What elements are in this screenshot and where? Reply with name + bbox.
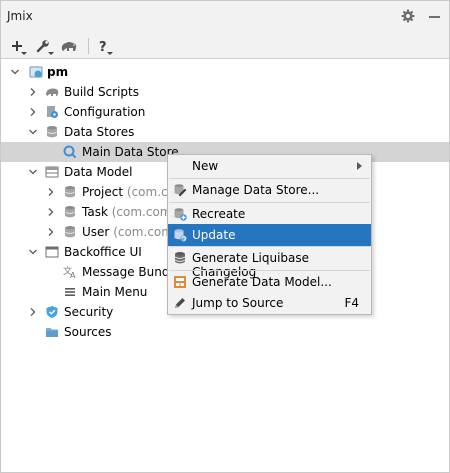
tree-label: Data Stores xyxy=(64,125,135,139)
tree-label: Security xyxy=(64,305,114,319)
tool-window-header: Jmix xyxy=(1,1,449,32)
tree-item-build-scripts[interactable]: Build Scripts xyxy=(1,82,449,102)
svg-text:A: A xyxy=(70,271,76,279)
gradle-elephant-icon[interactable] xyxy=(60,37,78,55)
data-model-icon xyxy=(45,166,59,178)
entity-icon xyxy=(64,206,76,218)
tree-label: pm xyxy=(47,65,69,79)
manage-data-store-icon xyxy=(174,184,187,197)
menu-item-new[interactable]: New xyxy=(168,155,371,177)
chevron-right-icon[interactable] xyxy=(47,228,55,236)
tree-item-sources[interactable]: Sources xyxy=(1,322,449,342)
package-hint: (com.com xyxy=(113,225,173,239)
configuration-icon xyxy=(47,106,58,118)
toolbar-separator xyxy=(88,38,89,54)
tool-window-title: Jmix xyxy=(7,9,33,23)
database-icon xyxy=(46,126,58,138)
tree-label: Main Menu xyxy=(82,285,148,299)
window-icon xyxy=(45,246,59,258)
add-icon[interactable] xyxy=(11,37,27,55)
menu-item-update[interactable]: Update xyxy=(168,224,371,246)
menu-item-manage-data-store[interactable]: Manage Data Store... xyxy=(168,179,371,201)
chevron-down-icon[interactable] xyxy=(11,68,19,76)
menu-item-label: Update xyxy=(192,228,236,242)
pencil-icon xyxy=(175,298,185,308)
entity-icon xyxy=(64,186,76,198)
entity-icon xyxy=(64,226,76,238)
menu-item-label: Jump to Source xyxy=(192,296,284,310)
dropdown-caret-icon xyxy=(48,52,54,55)
jmix-project-icon xyxy=(29,66,43,78)
tree-label: Message Bundle xyxy=(82,265,181,279)
chevron-right-icon[interactable] xyxy=(47,188,55,196)
chevron-right-icon[interactable] xyxy=(47,208,55,216)
recreate-database-icon xyxy=(174,208,187,221)
gear-icon[interactable] xyxy=(401,9,415,23)
tree-item-pm[interactable]: pm xyxy=(1,62,449,82)
tree-item-configuration[interactable]: Configuration xyxy=(1,102,449,122)
tree-label: Task (com.com xyxy=(82,205,172,219)
menu-item-label: New xyxy=(192,159,219,173)
tree-label: User (com.com xyxy=(82,225,173,239)
minimize-icon[interactable] xyxy=(429,16,440,18)
chevron-right-icon[interactable] xyxy=(29,88,37,96)
menu-item-generate-liquibase-changelog[interactable]: Generate Liquibase Changelog xyxy=(168,247,371,279)
tree-label: Build Scripts xyxy=(64,85,139,99)
tree-label: Project (com.co xyxy=(82,185,175,199)
jmix-tool-window: Jmix ? pm Build Scripts Configuration Da… xyxy=(0,0,450,473)
menu-item-label: Recreate xyxy=(192,207,246,221)
chevron-down-icon[interactable] xyxy=(29,128,37,136)
update-database-icon xyxy=(174,229,187,242)
tree-label: Backoffice UI xyxy=(64,245,142,259)
menu-item-label: Manage Data Store... xyxy=(192,183,320,197)
svg-text:?: ? xyxy=(99,40,107,53)
liquibase-icon xyxy=(174,252,186,264)
translate-icon: 文A xyxy=(63,265,76,279)
submenu-arrow-icon xyxy=(357,162,362,170)
data-store-icon xyxy=(63,145,77,159)
chevron-right-icon[interactable] xyxy=(29,308,37,316)
chevron-down-icon[interactable] xyxy=(29,248,37,256)
tree-label: Sources xyxy=(64,325,112,339)
package-hint: (com.com xyxy=(111,205,172,219)
shield-icon xyxy=(46,306,58,318)
folder-icon xyxy=(46,328,58,337)
context-menu: New Manage Data Store... Recreate Update… xyxy=(167,154,372,315)
chevron-down-icon[interactable] xyxy=(29,168,37,176)
tree-item-data-stores[interactable]: Data Stores xyxy=(1,122,449,142)
tree-label: Configuration xyxy=(64,105,146,119)
chevron-right-icon[interactable] xyxy=(29,108,37,116)
menu-item-generate-data-model[interactable]: Generate Data Model... xyxy=(168,271,371,293)
menu-icon xyxy=(65,288,75,296)
menu-item-jump-to-source[interactable]: Jump to Source F4 xyxy=(168,292,371,314)
wrench-icon[interactable] xyxy=(36,37,54,55)
menu-item-recreate[interactable]: Recreate xyxy=(168,203,371,225)
tree-label: Data Model xyxy=(64,165,133,179)
menu-item-label: Generate Data Model... xyxy=(192,275,332,289)
toolbar: ? xyxy=(1,32,449,59)
generate-data-model-icon xyxy=(174,276,186,288)
gradle-elephant-icon xyxy=(46,88,59,96)
help-icon[interactable]: ? xyxy=(99,37,113,55)
tree-label: Main Data Store xyxy=(82,145,179,159)
dropdown-caret-icon xyxy=(21,52,27,55)
menu-item-shortcut: F4 xyxy=(344,296,359,310)
dropdown-caret-icon xyxy=(107,52,113,55)
